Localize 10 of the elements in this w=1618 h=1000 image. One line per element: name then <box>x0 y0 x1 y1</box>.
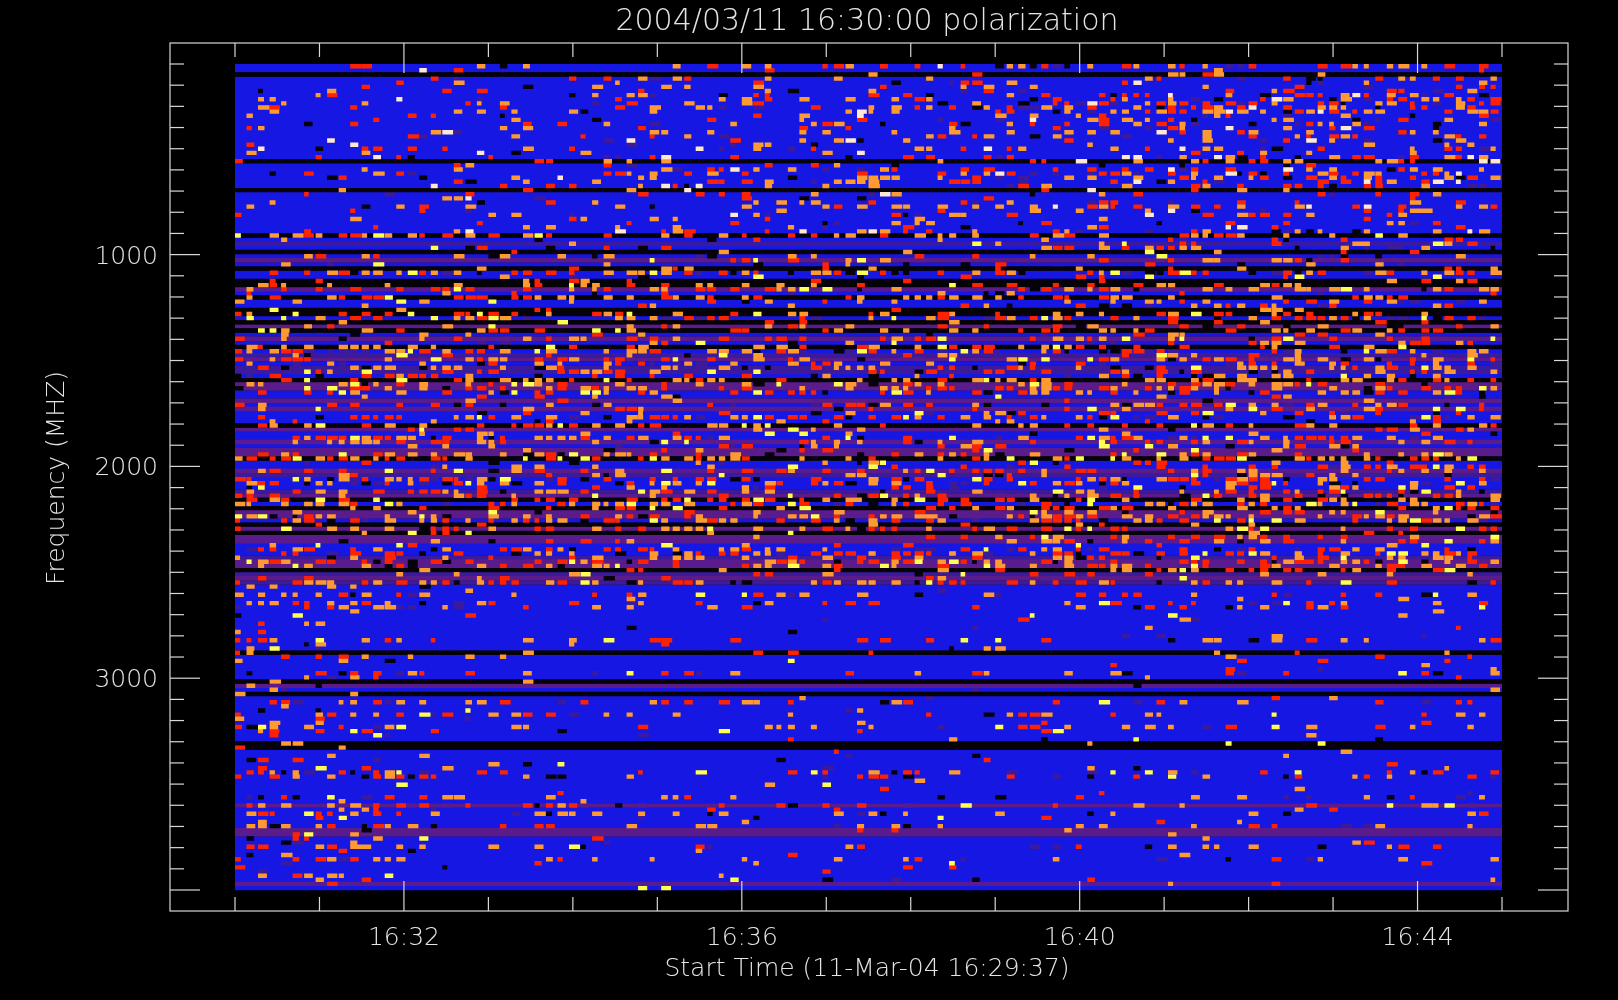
x-tick-label: 16:40 <box>1043 922 1116 951</box>
plot-title: 2004/03/11 16:30:00 polarization <box>615 2 1119 37</box>
y-tick-label: 1000 <box>94 240 158 270</box>
x-tick-label: 16:32 <box>367 922 440 951</box>
x-axis-label: Start Time (11-Mar-04 16:29:37) <box>664 953 1070 982</box>
x-tick-label: 16:44 <box>1381 922 1454 951</box>
y-tick-label: 3000 <box>94 664 158 694</box>
x-tick-label: 16:36 <box>705 922 778 951</box>
y-tick-label: 2000 <box>94 452 158 482</box>
y-axis-label: Frequency (MHZ) <box>41 370 70 586</box>
